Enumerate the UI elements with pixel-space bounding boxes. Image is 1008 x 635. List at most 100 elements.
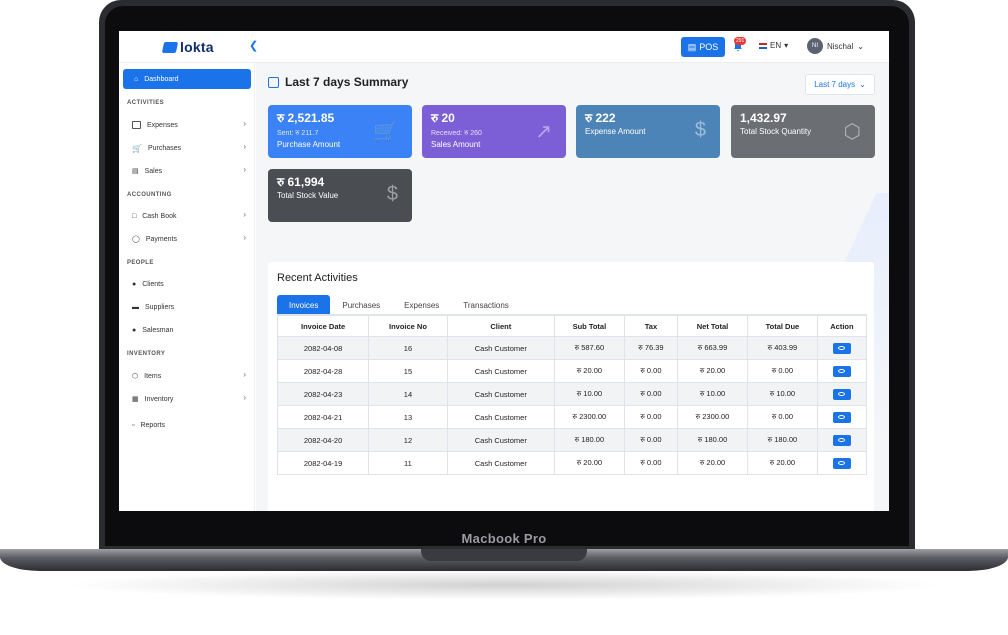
- chevron-right-icon: ›: [243, 119, 246, 128]
- sidebar-item-inventory[interactable]: ▦ Inventory ›: [132, 392, 246, 406]
- pos-button[interactable]: ▤ POS: [681, 37, 725, 57]
- cell: Cash Customer: [446, 336, 555, 360]
- cell: Cash Customer: [446, 451, 555, 475]
- card-value: रु 222: [585, 111, 616, 125]
- col-client[interactable]: Client: [446, 315, 555, 337]
- users-icon: ●: [132, 280, 137, 288]
- sidebar-item-cash-book[interactable]: □ Cash Book ›: [132, 209, 246, 223]
- view-button[interactable]: [832, 342, 851, 354]
- cell: रु 76.39: [623, 336, 679, 360]
- eye-icon: [838, 369, 846, 373]
- view-button[interactable]: [832, 411, 851, 423]
- table-header: Invoice Date Invoice No Client Sub Total…: [276, 315, 868, 337]
- logo[interactable]: lokta: [161, 37, 214, 57]
- table-row: 2082-04-19 11 Cash Customer रु 20.00 रु …: [276, 451, 868, 475]
- dollar-circle-icon: ◯: [132, 236, 140, 243]
- device-label: Macbook Pro: [461, 531, 547, 546]
- sidebar-item-label: Sales: [144, 167, 163, 175]
- logo-text: lokta: [180, 39, 214, 55]
- view-button[interactable]: [832, 457, 851, 469]
- tab-expenses[interactable]: Expenses: [392, 295, 451, 315]
- sidebar-collapse-button[interactable]: ❮: [249, 39, 258, 52]
- cell: रु 20.00: [677, 359, 748, 383]
- page-title: Last 7 days Summary: [285, 75, 409, 89]
- invoices-table: Invoice Date Invoice No Client Sub Total…: [276, 315, 868, 475]
- cell: 2082-04-23: [276, 382, 370, 406]
- sidebar-item-payments[interactable]: ◯ Payments ›: [132, 232, 246, 246]
- sidebar-item-sales[interactable]: ▤ Sales ›: [132, 164, 246, 178]
- summary-header: Last 7 days Summary: [268, 75, 408, 89]
- col-invoice-date[interactable]: Invoice Date: [276, 315, 370, 337]
- avatar: NI: [807, 38, 823, 54]
- col-action: Action: [816, 315, 868, 337]
- cell: Cash Customer: [446, 405, 555, 429]
- cart-icon: 🛒: [373, 121, 398, 143]
- sidebar-item-purchases[interactable]: 🛒 Purchases ›: [132, 141, 246, 155]
- user-menu[interactable]: NI Nischal ⌄: [807, 38, 864, 54]
- sidebar-item-label: Reports: [140, 421, 165, 429]
- section-activities: ACTIVITIES: [127, 100, 165, 106]
- home-icon: ⌂: [134, 75, 139, 83]
- sidebar-item-salesman[interactable]: ● Salesman: [132, 323, 246, 337]
- date-range-dropdown[interactable]: Last 7 days ⌄: [805, 74, 875, 95]
- register-icon: ▤: [687, 41, 697, 52]
- card-sales-amount[interactable]: रु 20 Received: रु 260 Sales Amount ↗: [422, 105, 566, 158]
- view-button[interactable]: [832, 388, 851, 400]
- cell: रु 0.00: [623, 382, 679, 406]
- card-expense-amount[interactable]: रु 222 Expense Amount $: [576, 105, 720, 158]
- activity-tabs: Invoices Purchases Expenses Transactions: [277, 295, 521, 315]
- panel-title: Recent Activities: [277, 272, 358, 284]
- sidebar-item-clients[interactable]: ● Clients: [132, 277, 246, 291]
- cell: 13: [368, 405, 448, 429]
- cell: रु 0.00: [747, 359, 818, 383]
- col-total-due[interactable]: Total Due: [747, 315, 818, 337]
- chevron-right-icon: ›: [243, 210, 246, 219]
- language-label: EN: [770, 41, 782, 50]
- sidebar-item-dashboard[interactable]: ⌂ Dashboard: [123, 69, 251, 89]
- cell: रु 0.00: [623, 428, 679, 452]
- sidebar-item-reports[interactable]: ▫ Reports: [132, 418, 246, 432]
- tab-invoices[interactable]: Invoices: [277, 295, 331, 315]
- cell: रु 0.00: [747, 405, 818, 429]
- tab-purchases[interactable]: Purchases: [330, 295, 392, 315]
- view-button[interactable]: [832, 365, 851, 377]
- action-cell: [816, 428, 868, 452]
- eye-icon: [838, 392, 846, 396]
- sidebar-item-suppliers[interactable]: ▬ Suppliers: [132, 300, 246, 314]
- section-inventory: INVENTORY: [127, 351, 166, 357]
- col-net-total[interactable]: Net Total: [677, 315, 748, 337]
- clipboard-icon: ▦: [132, 396, 139, 403]
- cell: Cash Customer: [446, 359, 555, 383]
- tab-transactions[interactable]: Transactions: [451, 295, 521, 315]
- chevron-right-icon: ›: [243, 165, 246, 174]
- sidebar-item-label: Inventory: [144, 395, 174, 403]
- notification-badge: 291: [734, 37, 747, 45]
- col-tax[interactable]: Tax: [623, 315, 679, 337]
- sidebar-item-label: Suppliers: [145, 303, 175, 311]
- sidebar-item-items[interactable]: ⬡ Items ›: [132, 369, 246, 383]
- cell: रु 2300.00: [553, 405, 625, 429]
- trend-up-icon: ↗: [535, 121, 552, 143]
- card-total-stock-quantity[interactable]: 1,432.97 Total Stock Quantity ⬡: [731, 105, 875, 158]
- col-sub-total[interactable]: Sub Total: [553, 315, 625, 337]
- card-purchase-amount[interactable]: रु 2,521.85 Sent: रु 211.7 Purchase Amou…: [268, 105, 412, 158]
- col-invoice-no[interactable]: Invoice No: [368, 315, 448, 337]
- card-label: Expense Amount: [585, 127, 646, 136]
- language-selector[interactable]: EN ▾: [759, 41, 788, 50]
- sidebar-item-label: Cash Book: [142, 212, 177, 220]
- receipt-icon: $: [694, 119, 706, 141]
- view-button[interactable]: [832, 434, 851, 446]
- card-total-stock-value[interactable]: रु 61,994 Total Stock Value $: [268, 169, 412, 222]
- sidebar-item-label: Purchases: [147, 144, 182, 152]
- card-label: Total Stock Value: [277, 191, 339, 200]
- sidebar-item-label: Dashboard: [144, 75, 179, 83]
- main-content: Last 7 days Summary Last 7 days ⌄ रु 2,5…: [256, 63, 889, 511]
- table-row: 2082-04-08 16 Cash Customer रु 587.60 रु…: [276, 336, 868, 360]
- cube-icon: ⬡: [132, 373, 139, 380]
- cell: 2082-04-28: [276, 359, 370, 383]
- sidebar-item-expenses[interactable]: Expenses ›: [132, 118, 246, 132]
- card-value: रु 61,994: [277, 175, 325, 189]
- sidebar-item-label: Expenses: [147, 121, 178, 129]
- cell: रु 663.99: [677, 336, 748, 360]
- date-range-label: Last 7 days: [814, 80, 856, 89]
